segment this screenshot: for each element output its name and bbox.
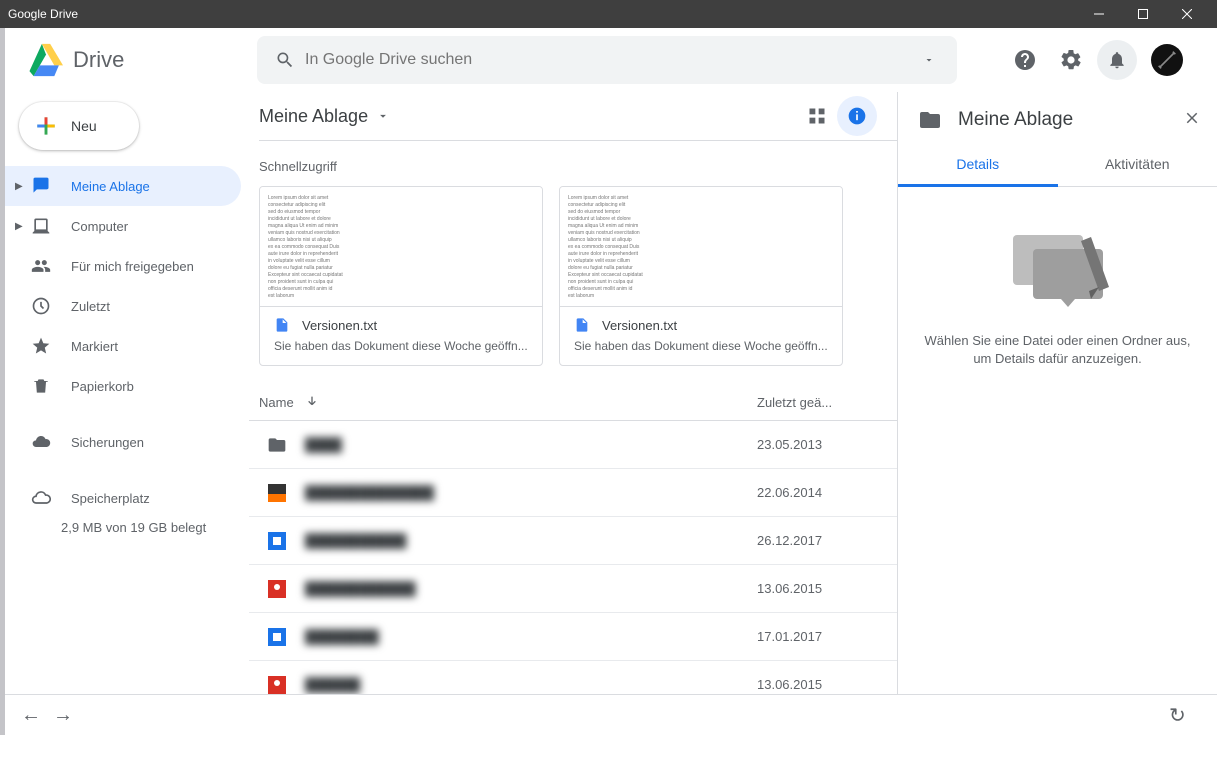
doc-icon [574,317,590,333]
main-content: Meine Ablage Schnellzugriff Lorem ipsum … [249,92,897,694]
star-icon [29,336,53,356]
new-button[interactable]: Neu [19,102,139,150]
notifications-icon[interactable] [1097,40,1137,80]
arrow-down-icon [304,394,320,410]
sidebar-item-computers[interactable]: ▶Computer [5,206,241,246]
forward-button[interactable]: → [53,704,85,727]
file-icon [265,580,289,598]
sidebar: Neu ▶Meine Ablage ▶Computer Für mich fre… [5,92,249,694]
grid-view-button[interactable] [797,96,837,136]
empty-illustration [1003,227,1113,307]
folder-icon [918,108,942,132]
table-row[interactable]: ████23.05.2013 [249,421,897,469]
storage-text: 2,9 MB von 19 GB belegt [5,520,241,535]
sidebar-item-shared[interactable]: Für mich freigegeben [5,246,241,286]
settings-icon[interactable] [1051,40,1091,80]
quick-card[interactable]: Lorem ipsum dolor sit ametconsectetur ad… [559,186,843,366]
sidebar-item-recent[interactable]: Zuletzt [5,286,241,326]
people-icon [29,256,53,276]
storage-icon [29,488,53,508]
breadcrumb[interactable]: Meine Ablage [259,106,390,127]
minimize-button[interactable] [1077,0,1121,28]
user-avatar[interactable] [1151,44,1183,76]
trash-icon [29,376,53,396]
table-row[interactable]: ███████████26.12.2017 [249,517,897,565]
drive-logo[interactable]: Drive [21,42,249,78]
doc-icon [274,317,290,333]
search-options-icon[interactable] [909,54,949,66]
sidebar-item-backups[interactable]: Sicherungen [5,422,241,462]
window-titlebar: Google Drive [0,0,1217,28]
details-panel: Meine Ablage Details Aktivitäten [897,92,1217,694]
clock-icon [29,296,53,316]
computer-icon [29,216,53,236]
details-toggle-button[interactable] [837,96,877,136]
logo-text: Drive [73,47,124,73]
maximize-button[interactable] [1121,0,1165,28]
folder-icon [265,435,289,455]
footer-bar: ← → ↻ [5,694,1217,735]
back-button[interactable]: ← [21,704,53,727]
table-row[interactable]: ████████████13.06.2015 [249,565,897,613]
file-icon [265,484,289,502]
search-input[interactable] [305,51,909,69]
close-details-button[interactable] [1183,109,1201,132]
new-button-label: Neu [71,118,97,134]
file-icon [265,676,289,694]
file-list[interactable]: ████23.05.2013 ██████████████22.06.2014 … [249,421,897,694]
quick-access-heading: Schnellzugriff [249,141,897,186]
search-icon [265,50,305,70]
table-row[interactable]: ████████17.01.2017 [249,613,897,661]
sidebar-item-storage[interactable]: Speicherplatz [5,478,241,518]
app-header: Drive [5,28,1217,92]
chevron-down-icon [376,109,390,123]
refresh-button[interactable]: ↻ [1169,703,1201,728]
file-preview: Lorem ipsum dolor sit ametconsectetur ad… [260,187,542,307]
table-row[interactable]: ██████13.06.2015 [249,661,897,694]
details-title: Meine Ablage [958,109,1167,131]
sidebar-item-starred[interactable]: Markiert [5,326,241,366]
file-icon [265,628,289,646]
drive-icon [29,176,53,196]
search-bar[interactable] [257,36,957,84]
file-icon [265,532,289,550]
tab-activity[interactable]: Aktivitäten [1058,144,1217,186]
empty-text: Wählen Sie eine Datei oder einen Ordner … [922,332,1193,368]
table-header: Name Zuletzt geä... [249,378,897,421]
sidebar-item-trash[interactable]: Papierkorb [5,366,241,406]
expand-icon[interactable]: ▶ [15,221,29,232]
help-icon[interactable] [1005,40,1045,80]
quick-card[interactable]: Lorem ipsum dolor sit ametconsectetur ad… [259,186,543,366]
table-row[interactable]: ██████████████22.06.2014 [249,469,897,517]
cloud-icon [29,432,53,452]
window-title: Google Drive [8,7,1077,21]
file-preview: Lorem ipsum dolor sit ametconsectetur ad… [560,187,842,307]
close-window-button[interactable] [1165,0,1209,28]
column-name[interactable]: Name [259,394,757,410]
column-date[interactable]: Zuletzt geä... [757,395,877,410]
sidebar-item-my-drive[interactable]: ▶Meine Ablage [5,166,241,206]
expand-icon[interactable]: ▶ [15,181,29,192]
tab-details[interactable]: Details [898,144,1058,187]
